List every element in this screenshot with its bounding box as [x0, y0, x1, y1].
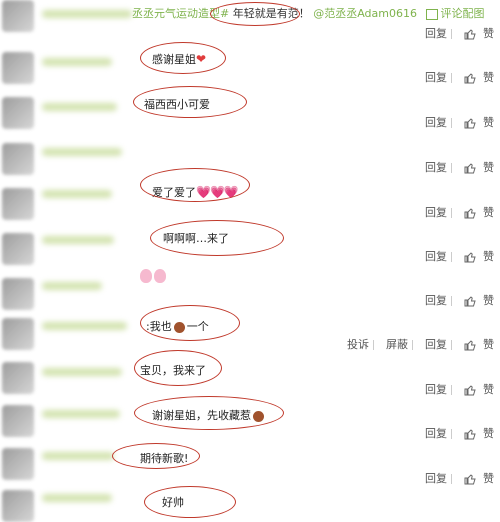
reply-button[interactable]: 回复: [425, 294, 447, 307]
highlight-oval: [144, 486, 236, 518]
comment-actions: 回复 赞: [421, 381, 494, 397]
reply-button[interactable]: 回复: [425, 427, 447, 440]
thumbs-up-icon: [464, 208, 476, 219]
comment-actions: 回复 赞: [421, 204, 494, 220]
like-button[interactable]: 赞: [464, 27, 494, 40]
bunny-emoji-icon: [140, 268, 168, 284]
thumbs-up-icon: [464, 118, 476, 129]
like-button[interactable]: 赞: [464, 294, 494, 307]
like-button[interactable]: 赞: [464, 206, 494, 219]
like-button[interactable]: 赞: [464, 472, 494, 485]
reply-button[interactable]: 回复: [425, 472, 447, 485]
avatar[interactable]: [2, 52, 34, 84]
highlight-oval: [140, 42, 226, 74]
avatar-column: [0, 0, 40, 522]
highlight-oval: [140, 305, 240, 341]
block-button[interactable]: 屏蔽: [386, 338, 408, 351]
comment-actions: 回复 赞: [421, 425, 494, 441]
like-button[interactable]: 赞: [464, 250, 494, 263]
comment-actions-hover: 投诉 屏蔽 回复 赞: [343, 336, 494, 352]
avatar[interactable]: [2, 318, 34, 350]
comment-actions: 回复 赞: [421, 292, 494, 308]
comment-actions: 回复 赞: [421, 25, 494, 41]
comment-picture-link[interactable]: 评论配图: [426, 7, 484, 20]
highlight-oval: [134, 350, 222, 386]
thumbs-up-icon: [464, 73, 476, 84]
highlight-oval: [210, 2, 300, 26]
comment-actions: 回复 赞: [421, 69, 494, 85]
reply-button[interactable]: 回复: [425, 338, 447, 351]
avatar[interactable]: [2, 188, 34, 220]
avatar[interactable]: [2, 97, 34, 129]
username-blur: [42, 148, 122, 156]
reply-button[interactable]: 回复: [425, 383, 447, 396]
username-blur: [42, 58, 112, 66]
avatar[interactable]: [2, 143, 34, 175]
username-blur: [42, 452, 114, 460]
username-blur: [42, 410, 120, 418]
avatar[interactable]: [2, 405, 34, 437]
thumbs-up-icon: [464, 429, 476, 440]
reply-button[interactable]: 回复: [425, 206, 447, 219]
highlight-oval: [133, 86, 247, 118]
avatar[interactable]: [2, 490, 34, 522]
username-blur: [42, 368, 122, 376]
like-button[interactable]: 赞: [464, 427, 494, 440]
avatar[interactable]: [2, 448, 34, 480]
thumbs-up-icon: [464, 340, 476, 351]
thumbs-up-icon: [464, 385, 476, 396]
like-button[interactable]: 赞: [464, 338, 494, 351]
image-icon: [426, 8, 439, 20]
avatar[interactable]: [2, 278, 34, 310]
thumbs-up-icon: [464, 296, 476, 307]
comment-actions: 回复 赞: [421, 248, 494, 264]
highlight-oval: [150, 220, 284, 256]
reply-button[interactable]: 回复: [425, 27, 447, 40]
username-blur: [42, 494, 112, 502]
comment-actions: 回复 赞: [421, 159, 494, 175]
reply-button[interactable]: 回复: [425, 161, 447, 174]
highlight-oval: [112, 443, 200, 469]
thumbs-up-icon: [464, 474, 476, 485]
reply-button[interactable]: 回复: [425, 116, 447, 129]
avatar[interactable]: [2, 0, 34, 32]
mention-link[interactable]: @范丞丞Adam0616: [313, 7, 417, 20]
report-button[interactable]: 投诉: [347, 338, 369, 351]
reply-button[interactable]: 回复: [425, 250, 447, 263]
avatar[interactable]: [2, 362, 34, 394]
username-blur: [42, 103, 117, 111]
highlight-oval: [140, 168, 250, 202]
thumbs-up-icon: [464, 252, 476, 263]
reply-button[interactable]: 回复: [425, 71, 447, 84]
avatar[interactable]: [2, 233, 34, 265]
like-button[interactable]: 赞: [464, 116, 494, 129]
like-button[interactable]: 赞: [464, 383, 494, 396]
thumbs-up-icon: [464, 29, 476, 40]
username-blur: [42, 190, 112, 198]
like-button[interactable]: 赞: [464, 161, 494, 174]
username-blur: [42, 10, 132, 18]
thumbs-up-icon: [464, 163, 476, 174]
like-button[interactable]: 赞: [464, 71, 494, 84]
username-blur: [42, 236, 114, 244]
comment-text-top: 丞丞元气运动造型# 年轻就是有范！ @范丞丞Adam0616 评论配图: [132, 5, 484, 21]
highlight-oval: [134, 396, 284, 430]
comment-actions: 回复 赞: [421, 470, 494, 486]
comment-actions: 回复 赞: [421, 114, 494, 130]
username-blur: [42, 322, 127, 330]
username-blur: [42, 282, 102, 290]
